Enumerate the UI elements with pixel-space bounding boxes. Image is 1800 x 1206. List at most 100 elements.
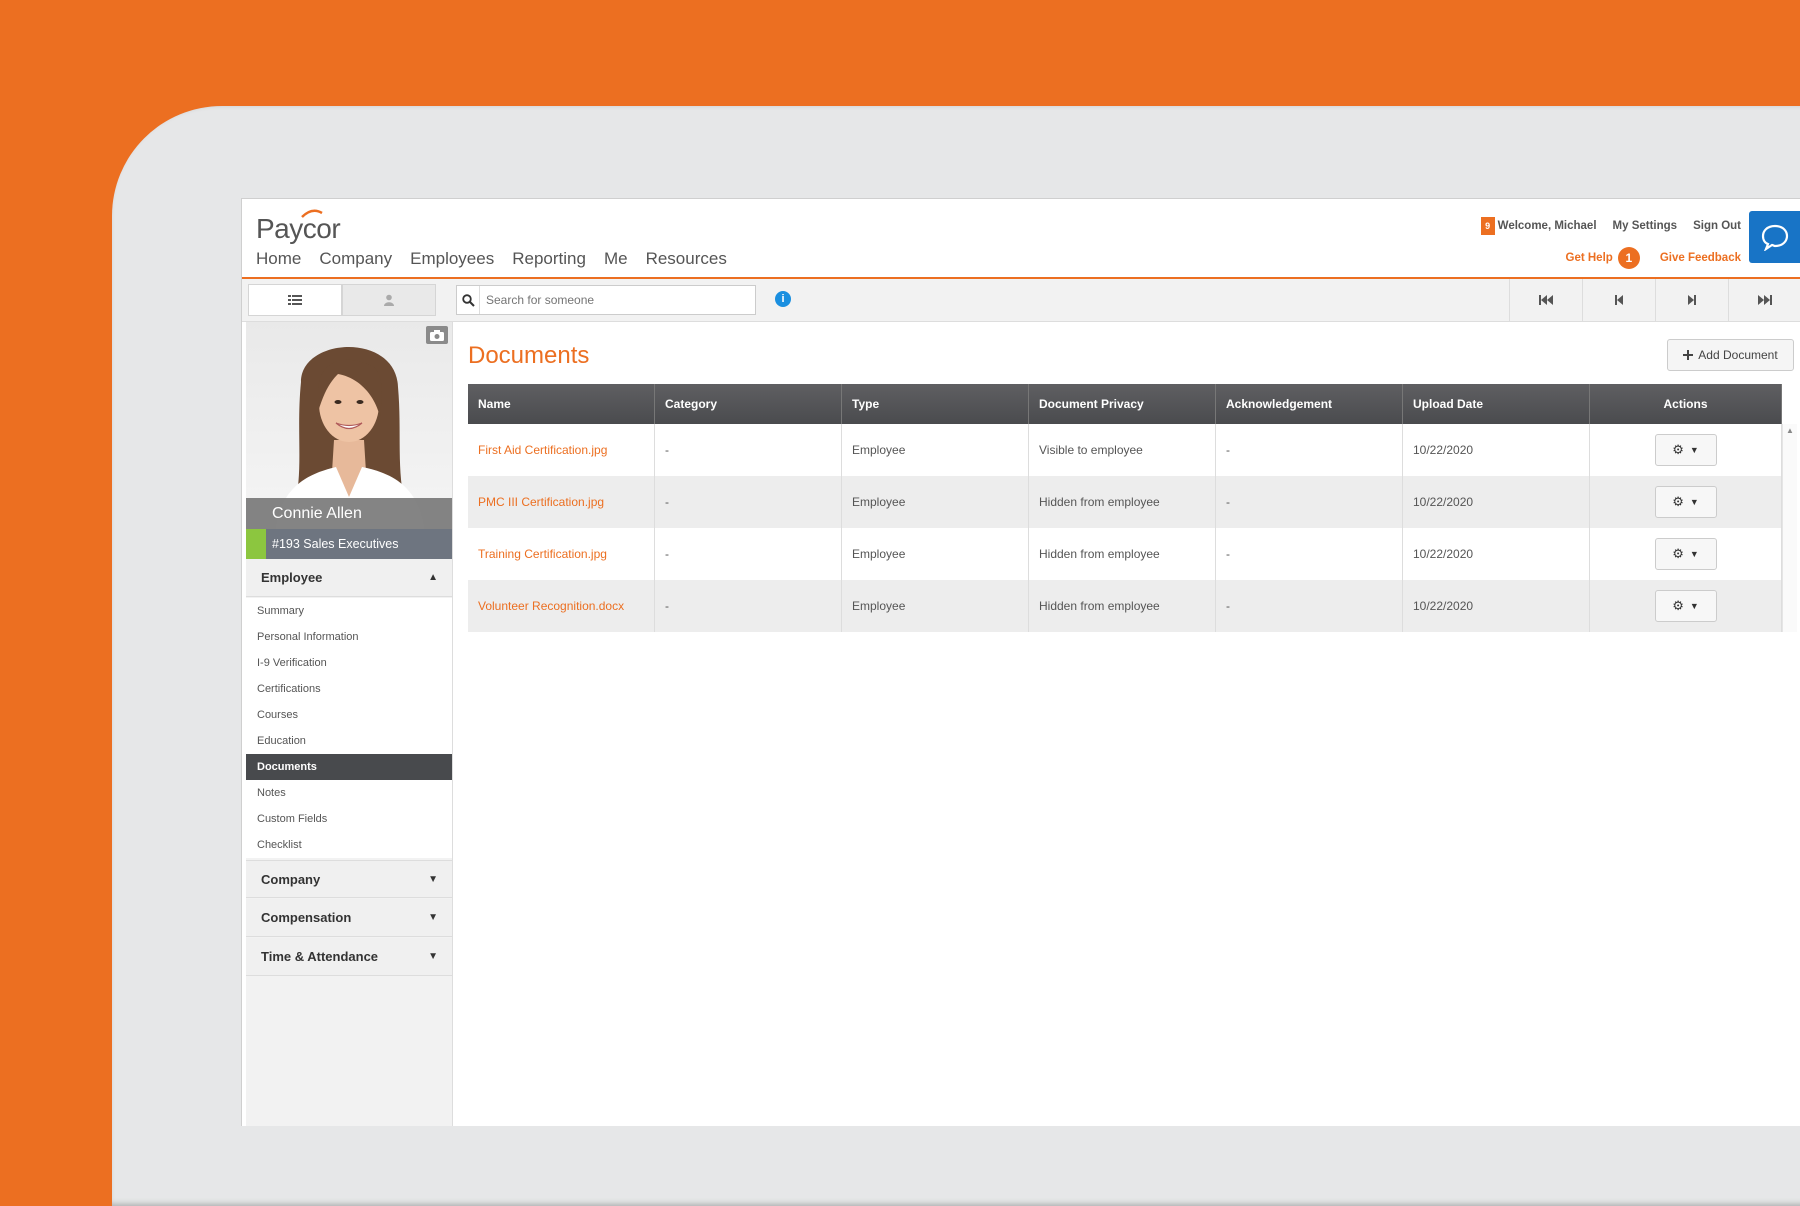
change-photo-button[interactable] (426, 326, 448, 344)
my-settings-link[interactable]: My Settings (1613, 220, 1678, 232)
list-icon (288, 295, 302, 305)
get-help-label: Get Help (1565, 252, 1613, 265)
subnav-education[interactable]: Education (246, 728, 452, 754)
department-color-accent (246, 529, 266, 559)
view-toggle (248, 284, 436, 316)
actions-dropdown-button[interactable]: ⚙ ▼ (1654, 590, 1717, 622)
gear-icon: ⚙ (1672, 598, 1684, 613)
cell-upload-date: 10/22/2020 (1403, 580, 1590, 632)
caret-down-icon: ▼ (428, 874, 438, 885)
cell-privacy: Visible to employee (1029, 424, 1216, 476)
subnav-custom-fields[interactable]: Custom Fields (246, 806, 452, 832)
cell-privacy: Hidden from employee (1029, 580, 1216, 632)
nav-company[interactable]: Company (319, 249, 392, 269)
subnav-certifications[interactable]: Certifications (246, 676, 452, 702)
section-company-label: Company (261, 872, 321, 887)
search-input[interactable] (480, 292, 748, 308)
gear-icon: ⚙ (1672, 442, 1684, 457)
section-employee[interactable]: Employee ▲ (246, 559, 452, 597)
chat-button[interactable] (1749, 211, 1800, 263)
column-header-category[interactable]: Category (655, 384, 842, 424)
actions-dropdown-button[interactable]: ⚙ ▼ (1654, 538, 1717, 570)
section-compensation[interactable]: Compensation ▼ (246, 899, 452, 937)
section-time-attendance-label: Time & Attendance (261, 949, 379, 964)
help-count-badge: 1 (1617, 247, 1640, 269)
camera-icon (430, 329, 444, 341)
document-link[interactable]: Volunteer Recognition.docx (468, 580, 655, 632)
cell-upload-date: 10/22/2020 (1403, 476, 1590, 528)
cell-privacy: Hidden from employee (1029, 476, 1216, 528)
column-header-acknowledgement[interactable]: Acknowledgement (1216, 384, 1403, 424)
nav-reporting[interactable]: Reporting (512, 249, 586, 269)
previous-icon (1615, 295, 1623, 305)
caret-down-icon: ▼ (1689, 549, 1699, 559)
list-view-button[interactable] (248, 284, 342, 316)
table-row: Volunteer Recognition.docx - Employee Hi… (468, 580, 1782, 632)
cell-actions: ⚙ ▼ (1590, 424, 1782, 476)
nav-home[interactable]: Home (256, 249, 301, 269)
table-row: First Aid Certification.jpg - Employee V… (468, 424, 1782, 476)
table-scrollbar[interactable]: ▲ (1782, 424, 1797, 632)
get-help-link[interactable]: Get Help 1 (1566, 247, 1640, 269)
paycor-logo[interactable]: Paycor (256, 213, 341, 245)
cell-acknowledgement: - (1216, 580, 1403, 632)
section-company[interactable]: Company ▼ (246, 860, 452, 898)
cell-type: Employee (842, 528, 1029, 580)
cell-category: - (655, 424, 842, 476)
document-link[interactable]: PMC III Certification.jpg (468, 476, 655, 528)
cell-upload-date: 10/22/2020 (1403, 528, 1590, 580)
add-document-button[interactable]: Add Document (1667, 339, 1794, 371)
next-record-button[interactable] (1655, 279, 1728, 321)
section-time-attendance[interactable]: Time & Attendance ▼ (246, 938, 452, 976)
nav-employees[interactable]: Employees (410, 249, 494, 269)
skip-last-icon (1758, 295, 1772, 305)
cell-acknowledgement: - (1216, 528, 1403, 580)
section-compensation-label: Compensation (261, 910, 352, 925)
document-link[interactable]: Training Certification.jpg (468, 528, 655, 580)
actions-dropdown-button[interactable]: ⚙ ▼ (1654, 486, 1717, 518)
subnav-checklist[interactable]: Checklist (246, 832, 452, 858)
column-header-type[interactable]: Type (842, 384, 1029, 424)
cell-acknowledgement: - (1216, 424, 1403, 476)
caret-down-icon: ▼ (1689, 497, 1699, 507)
top-nav: Home Company Employees Reporting Me Reso… (256, 249, 727, 269)
first-record-button[interactable] (1509, 279, 1582, 321)
previous-record-button[interactable] (1582, 279, 1655, 321)
cell-actions: ⚙ ▼ (1590, 580, 1782, 632)
cell-actions: ⚙ ▼ (1590, 476, 1782, 528)
document-link[interactable]: First Aid Certification.jpg (468, 424, 655, 476)
gear-icon: ⚙ (1672, 494, 1684, 509)
nav-me[interactable]: Me (604, 249, 628, 269)
caret-down-icon: ▼ (428, 951, 438, 962)
sign-out-link[interactable]: Sign Out (1693, 220, 1741, 232)
nav-resources[interactable]: Resources (646, 249, 727, 269)
table-row: Training Certification.jpg - Employee Hi… (468, 528, 1782, 580)
record-pager (1509, 279, 1800, 321)
subnav-courses[interactable]: Courses (246, 702, 452, 728)
notification-badge[interactable]: 9 (1480, 217, 1495, 235)
column-header-privacy[interactable]: Document Privacy (1029, 384, 1216, 424)
help-links: Get Help 1 Give Feedback (1566, 247, 1741, 269)
last-record-button[interactable] (1728, 279, 1800, 321)
subnav-notes[interactable]: Notes (246, 780, 452, 806)
skip-first-icon (1539, 295, 1553, 305)
info-icon[interactable]: i (775, 291, 791, 307)
cell-actions: ⚙ ▼ (1590, 528, 1782, 580)
give-feedback-link[interactable]: Give Feedback (1660, 252, 1741, 264)
subnav-documents[interactable]: Documents (246, 754, 452, 780)
profile-view-button[interactable] (342, 284, 436, 316)
scroll-up-icon[interactable]: ▲ (1786, 426, 1794, 435)
chat-bubble-icon (1761, 224, 1789, 251)
column-header-name[interactable]: Name (468, 384, 655, 424)
add-document-label: Add Document (1698, 348, 1778, 362)
cell-category: - (655, 528, 842, 580)
subnav-i9-verification[interactable]: I-9 Verification (246, 650, 452, 676)
column-header-upload-date[interactable]: Upload Date (1403, 384, 1590, 424)
subnav-summary[interactable]: Summary (246, 598, 452, 624)
actions-dropdown-button[interactable]: ⚙ ▼ (1654, 434, 1717, 466)
subnav-personal-information[interactable]: Personal Information (246, 624, 452, 650)
section-employee-label: Employee (261, 570, 323, 585)
caret-down-icon: ▼ (1689, 601, 1699, 611)
person-icon (384, 294, 394, 306)
app-header: Paycor Home Company Employees Reporting … (242, 199, 1800, 279)
